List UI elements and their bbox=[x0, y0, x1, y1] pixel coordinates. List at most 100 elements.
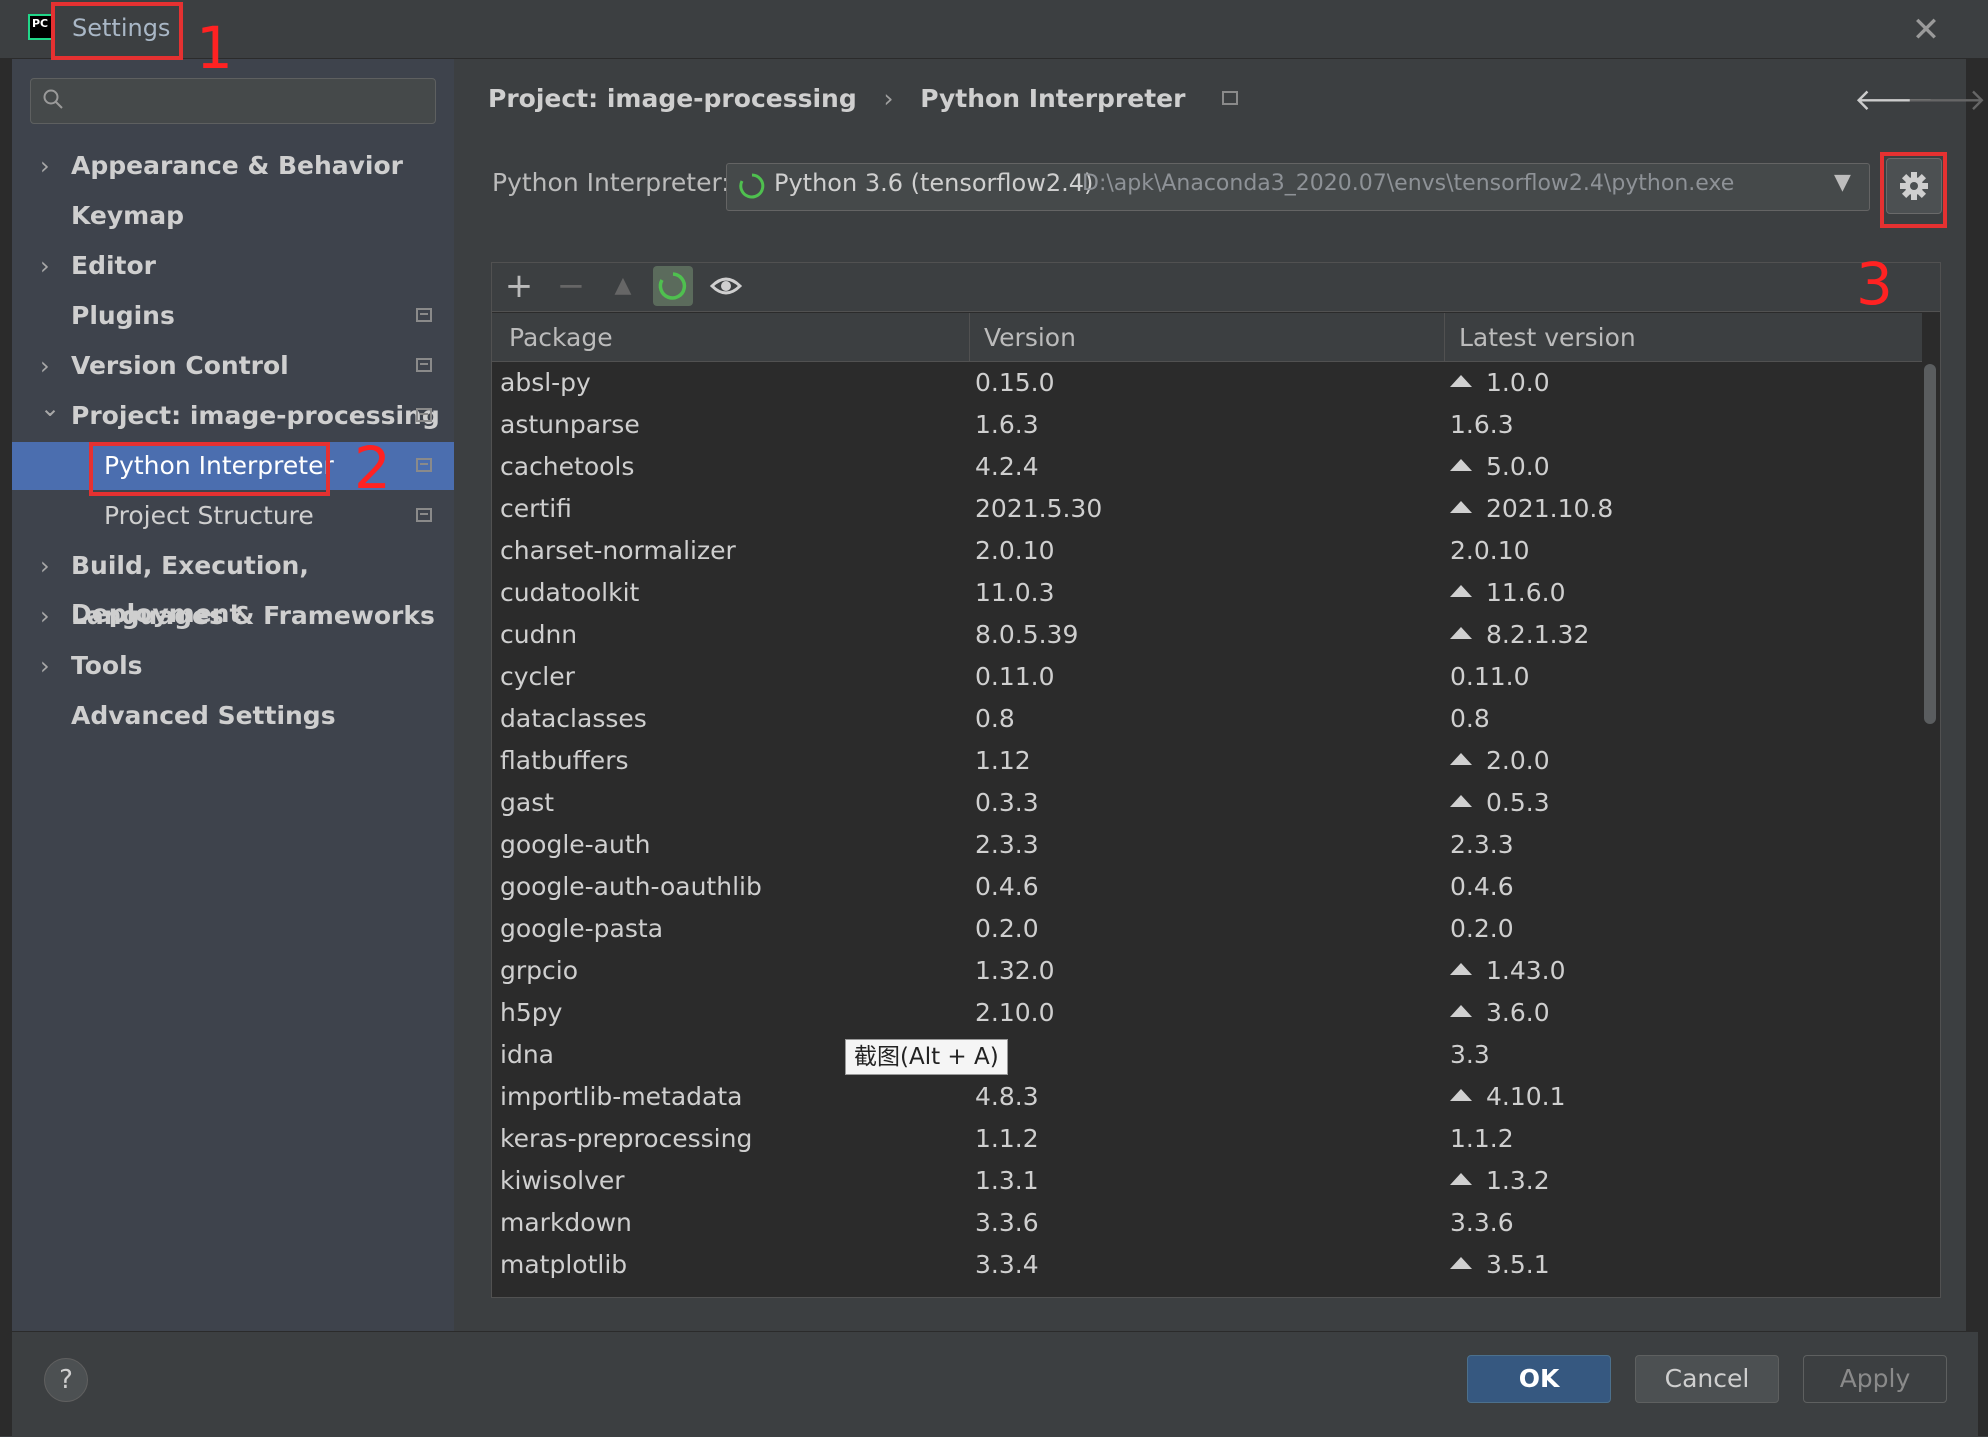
package-latest-version: 11.6.0 bbox=[1450, 572, 1566, 614]
refresh-button[interactable] bbox=[653, 266, 693, 306]
chevron-right-icon[interactable]: › bbox=[40, 642, 50, 690]
remove-package-button[interactable]: − bbox=[551, 266, 591, 306]
sidebar-item[interactable]: › Version Control bbox=[12, 342, 454, 390]
package-version-text: 1.3.1 bbox=[975, 1166, 1039, 1195]
upgrade-available-icon bbox=[1450, 1173, 1472, 1185]
scrollbar-thumb[interactable] bbox=[1924, 364, 1936, 724]
sidebar-item-label: Appearance & Behavior bbox=[71, 151, 403, 180]
table-row[interactable]: flatbuffers 1.12 2.0.0 bbox=[492, 740, 1922, 782]
package-latest-version: 4.10.1 bbox=[1450, 1076, 1566, 1118]
sidebar-item[interactable]: Advanced Settings bbox=[12, 692, 454, 740]
package-name: certifi bbox=[500, 488, 572, 530]
sidebar-item[interactable]: › Appearance & Behavior bbox=[12, 142, 454, 190]
sidebar-item[interactable]: › Tools bbox=[12, 642, 454, 690]
chevron-right-icon[interactable]: › bbox=[40, 342, 50, 390]
chevron-right-icon[interactable]: › bbox=[40, 592, 50, 640]
package-latest-version-text: 1.0.0 bbox=[1486, 368, 1550, 397]
package-name-text: flatbuffers bbox=[500, 746, 629, 775]
column-header-version[interactable]: Version bbox=[984, 323, 1076, 352]
table-row[interactable]: markdown 3.3.6 3.3.6 bbox=[492, 1202, 1922, 1244]
sidebar-item[interactable]: Plugins bbox=[12, 292, 454, 340]
table-row[interactable]: idna 3.3 bbox=[492, 1034, 1922, 1076]
table-row[interactable]: cudnn 8.0.5.39 8.2.1.32 bbox=[492, 614, 1922, 656]
chevron-right-icon[interactable]: › bbox=[40, 142, 50, 190]
table-row[interactable]: matplotlib 3.3.4 3.5.1 bbox=[492, 1244, 1922, 1286]
table-row[interactable]: gast 0.3.3 0.5.3 bbox=[492, 782, 1922, 824]
table-row[interactable]: google-auth 2.3.3 2.3.3 bbox=[492, 824, 1922, 866]
add-package-button[interactable]: + bbox=[499, 266, 539, 306]
table-row[interactable]: cachetools 4.2.4 5.0.0 bbox=[492, 446, 1922, 488]
background-strip-right bbox=[1966, 0, 1988, 1436]
chevron-right-icon[interactable]: › bbox=[40, 542, 50, 590]
background-strip-left bbox=[0, 58, 12, 1436]
package-latest-version: 3.6.0 bbox=[1450, 992, 1550, 1034]
table-row[interactable]: grpcio 1.32.0 1.43.0 bbox=[492, 950, 1922, 992]
close-button[interactable]: ✕ bbox=[1906, 10, 1946, 50]
table-row[interactable]: charset-normalizer 2.0.10 2.0.10 bbox=[492, 530, 1922, 572]
table-row[interactable]: astunparse 1.6.3 1.6.3 bbox=[492, 404, 1922, 446]
breadcrumb: Project: image-processing › Python Inter… bbox=[488, 84, 1256, 113]
sidebar-item[interactable]: Keymap bbox=[12, 192, 454, 240]
chevron-down-icon[interactable]: ▼ bbox=[1834, 170, 1851, 195]
show-early-releases-button[interactable] bbox=[706, 266, 746, 306]
package-latest-version-text: 1.1.2 bbox=[1450, 1124, 1514, 1153]
upgrade-available-icon bbox=[1450, 501, 1472, 513]
packages-table-body: absl-py 0.15.0 1.0.0 astunparse 1.6.3 1.6.3 ca… bbox=[492, 362, 1922, 1286]
apply-button[interactable]: Apply bbox=[1803, 1355, 1947, 1403]
upgrade-package-button[interactable]: ▲ bbox=[603, 266, 643, 306]
package-name-text: gast bbox=[500, 788, 555, 817]
search-input[interactable] bbox=[30, 78, 436, 124]
table-row[interactable]: google-pasta 0.2.0 0.2.0 bbox=[492, 908, 1922, 950]
ok-button[interactable]: OK bbox=[1467, 1355, 1611, 1403]
package-version: 4.8.3 bbox=[975, 1076, 1039, 1118]
table-row[interactable]: dataclasses 0.8 0.8 bbox=[492, 698, 1922, 740]
column-header-latest-version[interactable]: Latest version bbox=[1459, 323, 1636, 352]
package-latest-version: 2.0.0 bbox=[1450, 740, 1550, 782]
help-button[interactable]: ? bbox=[44, 1358, 88, 1402]
table-row[interactable]: cycler 0.11.0 0.11.0 bbox=[492, 656, 1922, 698]
package-version-text: 0.2.0 bbox=[975, 914, 1039, 943]
cancel-button[interactable]: Cancel bbox=[1635, 1355, 1779, 1403]
sidebar-item[interactable]: › Build, Execution, Deployment bbox=[12, 542, 454, 628]
chevron-right-icon[interactable]: › bbox=[40, 242, 50, 290]
sidebar-item[interactable]: ⌄ Project: image-processing bbox=[12, 392, 454, 440]
forward-arrow-icon[interactable]: 🡒 bbox=[1906, 82, 1986, 118]
sidebar-item-label: Project Structure bbox=[104, 501, 314, 530]
annotation-number-2: 2 bbox=[354, 434, 391, 502]
project-level-icon bbox=[416, 458, 432, 472]
column-header-package[interactable]: Package bbox=[509, 323, 613, 352]
project-level-icon bbox=[416, 358, 432, 372]
package-latest-version-text: 2.0.0 bbox=[1486, 746, 1550, 775]
package-version: 0.4.6 bbox=[975, 866, 1039, 908]
sidebar-item[interactable]: › Editor bbox=[12, 242, 454, 290]
table-row[interactable]: importlib-metadata 4.8.3 4.10.1 bbox=[492, 1076, 1922, 1118]
sidebar-item-label: Version Control bbox=[71, 351, 289, 380]
table-row[interactable]: cudatoolkit 11.0.3 11.6.0 bbox=[492, 572, 1922, 614]
table-row[interactable]: absl-py 0.15.0 1.0.0 bbox=[492, 362, 1922, 404]
sidebar-item-label: Languages & Frameworks bbox=[71, 601, 435, 630]
table-row[interactable]: certifi 2021.5.30 2021.10.8 bbox=[492, 488, 1922, 530]
chevron-down-icon[interactable]: ⌄ bbox=[40, 384, 60, 432]
package-latest-version-text: 1.3.2 bbox=[1486, 1166, 1550, 1195]
package-name: kiwisolver bbox=[500, 1160, 625, 1202]
table-row[interactable]: google-auth-oauthlib 0.4.6 0.4.6 bbox=[492, 866, 1922, 908]
package-latest-version-text: 3.3.6 bbox=[1450, 1208, 1514, 1237]
package-name-text: google-auth bbox=[500, 830, 651, 859]
table-row[interactable]: kiwisolver 1.3.1 1.3.2 bbox=[492, 1160, 1922, 1202]
package-latest-version: 8.2.1.32 bbox=[1450, 614, 1589, 656]
package-version: 0.2.0 bbox=[975, 908, 1039, 950]
column-divider[interactable] bbox=[1444, 313, 1445, 361]
sidebar-item[interactable]: › Languages & Frameworks bbox=[12, 592, 454, 640]
table-row[interactable]: keras-preprocessing 1.1.2 1.1.2 bbox=[492, 1118, 1922, 1160]
breadcrumb-project[interactable]: Project: image-processing bbox=[488, 84, 857, 113]
upgrade-available-icon bbox=[1450, 1089, 1472, 1101]
package-name-text: absl-py bbox=[500, 368, 591, 397]
package-name-text: cachetools bbox=[500, 452, 635, 481]
package-version: 1.1.2 bbox=[975, 1118, 1039, 1160]
table-row[interactable]: h5py 2.10.0 3.6.0 bbox=[492, 992, 1922, 1034]
package-latest-version-text: 3.6.0 bbox=[1486, 998, 1550, 1027]
column-divider[interactable] bbox=[969, 313, 970, 361]
upgrade-available-icon bbox=[1450, 963, 1472, 975]
interpreter-path: D:\apk\Anaconda3_2020.07\envs\tensorflow… bbox=[1082, 171, 1735, 196]
package-latest-version: 0.8 bbox=[1450, 698, 1490, 740]
